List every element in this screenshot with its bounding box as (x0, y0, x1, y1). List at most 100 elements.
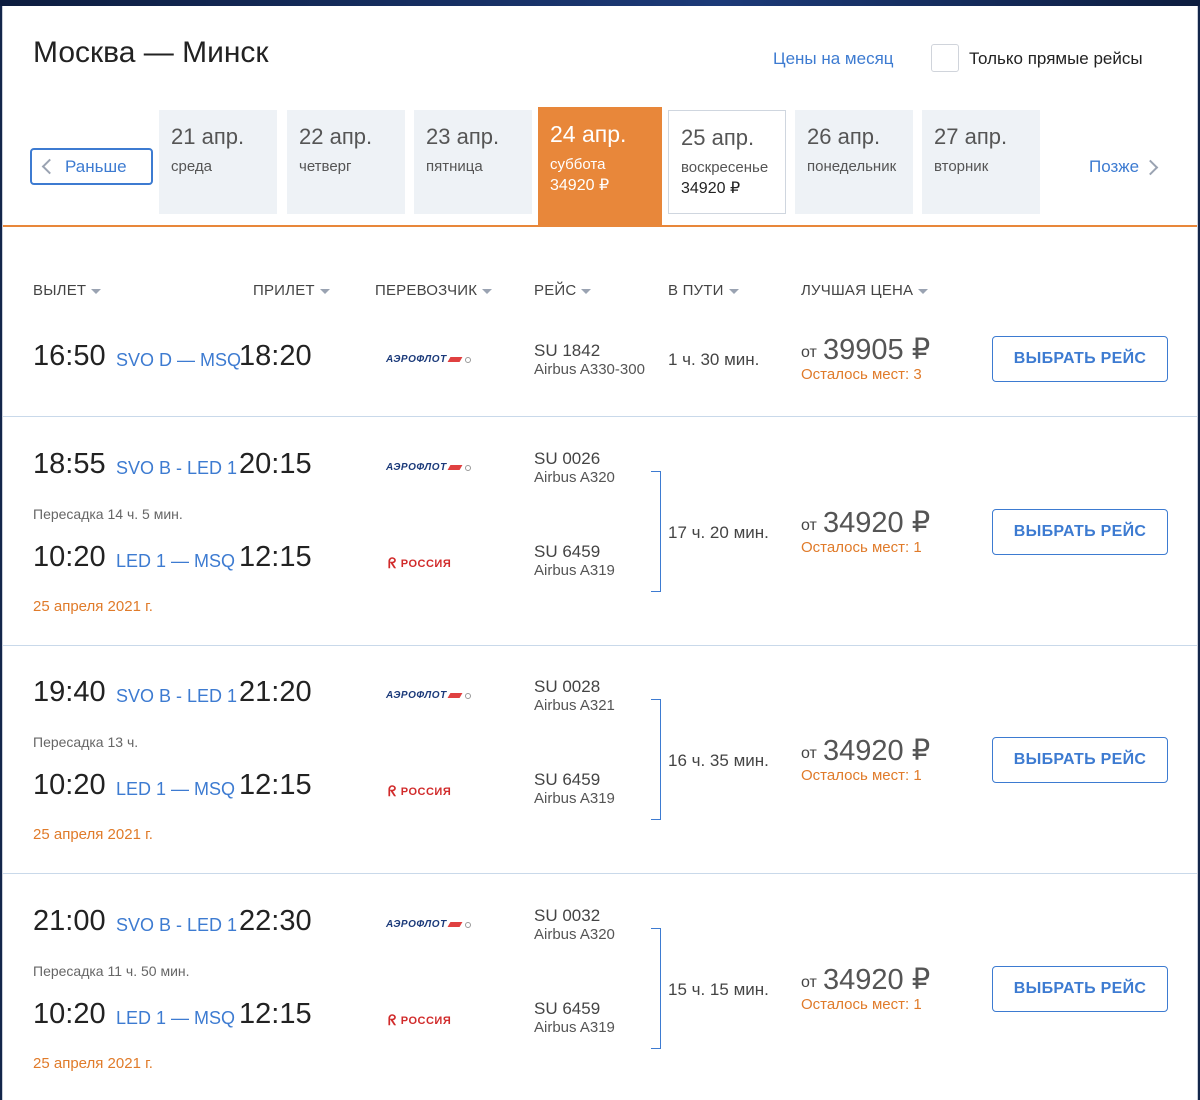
departure-time: 10:20 (33, 541, 106, 573)
select-flight-button[interactable]: ВЫБРАТЬ РЕЙС (992, 737, 1168, 783)
sort-arrow-icon (728, 288, 739, 294)
flight-number: SU 0032 (534, 906, 601, 925)
flight-search-panel: Москва — Минск Цены на месяц Только прям… (2, 6, 1198, 1100)
price-prefix: от (801, 974, 817, 991)
page-title: Москва — Минск (33, 36, 269, 69)
date-tab-date: 21 апр. (171, 124, 245, 149)
date-tab[interactable]: 22 апр. четверг (287, 110, 405, 214)
rossiya-logo: ᖇ РОССИЯ (388, 783, 452, 799)
travel-duration: 15 ч. 15 мин. (668, 980, 769, 999)
date-tab[interactable]: 23 апр. пятница (414, 110, 532, 214)
arrival-next-date: 25 апреля 2021 г. (33, 1055, 153, 1072)
flight-number: SU 1842 (534, 341, 601, 360)
date-tab[interactable]: 25 апр. воскресенье 34920 ₽ (668, 110, 786, 214)
arrival-time: 21:20 (239, 676, 312, 708)
sort-arrow-icon (482, 288, 493, 294)
sort-carrier-label: ПЕРЕВОЗЧИК (375, 282, 478, 299)
aircraft-type: Airbus A320 (534, 469, 615, 486)
seats-left: Осталось мест: 1 (801, 996, 922, 1013)
rossiya-logo: ᖇ РОССИЯ (388, 555, 452, 571)
aircraft-type: Airbus A320 (534, 926, 615, 943)
arrival-time: 20:15 (239, 448, 312, 480)
date-tab-price: 34920 ₽ (681, 180, 741, 197)
date-tab-selected[interactable]: 24 апр. суббота 34920 ₽ (538, 107, 662, 225)
sort-arrow-icon (91, 288, 102, 294)
departure-time: 19:40 (33, 676, 106, 708)
legs-bracket (651, 928, 661, 1049)
date-tab[interactable]: 21 апр. среда (159, 110, 277, 214)
date-tab[interactable]: 27 апр. вторник (922, 110, 1040, 214)
date-tab-date: 23 апр. (426, 124, 500, 149)
route-airports: SVO D — MSQ (116, 350, 242, 370)
route-airports: LED 1 — MSQ (116, 1008, 236, 1028)
route-airports: SVO B - LED 1 (116, 458, 238, 478)
transfer-info: Пересадка 13 ч. (33, 734, 139, 750)
flight-number: SU 6459 (534, 770, 601, 789)
price: 34920 ₽ (823, 507, 931, 539)
sort-departure[interactable]: ВЫЛЕТ (33, 282, 102, 299)
date-tab-weekday: вторник (934, 158, 989, 175)
date-tab-date: 26 апр. (807, 124, 881, 149)
departure-time: 10:20 (33, 998, 106, 1030)
direct-only-label[interactable]: Только прямые рейсы (969, 49, 1143, 69)
arrival-next-date: 25 апреля 2021 г. (33, 598, 153, 615)
price-prefix: от (801, 517, 817, 534)
date-tab-date: 27 апр. (934, 124, 1008, 149)
flight-number: SU 6459 (534, 999, 601, 1018)
sort-flight[interactable]: РЕЙС (534, 282, 592, 299)
sort-carrier[interactable]: ПЕРЕВОЗЧИК (375, 282, 493, 299)
route-airports: SVO B - LED 1 (116, 686, 238, 706)
travel-duration: 16 ч. 35 мин. (668, 751, 769, 770)
later-button[interactable]: Позже (1089, 154, 1159, 180)
arrival-time: 12:15 (239, 541, 312, 573)
month-prices-link[interactable]: Цены на месяц (773, 49, 894, 69)
legs-bracket (651, 471, 661, 592)
travel-duration: 17 ч. 20 мин. (668, 523, 769, 542)
flight-number: SU 0028 (534, 677, 601, 696)
aircraft-type: Airbus A319 (534, 790, 615, 807)
row-divider (3, 416, 1197, 417)
price: 34920 ₽ (823, 964, 931, 996)
aeroflot-logo: АЭРОФЛОТ (386, 690, 471, 701)
sort-best-price[interactable]: ЛУЧШАЯ ЦЕНА (801, 282, 929, 299)
departure-time: 10:20 (33, 769, 106, 801)
aircraft-type: Airbus A319 (534, 1019, 615, 1036)
sort-arrow-icon (581, 288, 592, 294)
date-tab-weekday: четверг (299, 158, 352, 175)
select-flight-button[interactable]: ВЫБРАТЬ РЕЙС (992, 509, 1168, 555)
route-airports: LED 1 — MSQ (116, 551, 236, 571)
row-divider (3, 645, 1197, 646)
sort-arrow-icon (918, 288, 929, 294)
arrival-time: 12:15 (239, 769, 312, 801)
flight-number: SU 0026 (534, 449, 601, 468)
date-tab-weekday: пятница (426, 158, 483, 175)
transfer-info: Пересадка 14 ч. 5 мин. (33, 506, 183, 522)
sort-duration-label: В ПУТИ (668, 282, 724, 299)
seats-left: Осталось мест: 3 (801, 366, 922, 383)
sort-arrival[interactable]: ПРИЛЕТ (253, 282, 330, 299)
select-flight-button[interactable]: ВЫБРАТЬ РЕЙС (992, 336, 1168, 382)
price-prefix: от (801, 745, 817, 762)
rossiya-logo: ᖇ РОССИЯ (388, 1012, 452, 1028)
departure-time: 21:00 (33, 905, 106, 937)
divider (3, 225, 1197, 227)
date-tab-date: 25 апр. (681, 125, 755, 150)
date-tab-weekday: среда (171, 158, 212, 175)
aeroflot-logo: АЭРОФЛОТ (386, 354, 471, 365)
sort-duration[interactable]: В ПУТИ (668, 282, 739, 299)
direct-only-checkbox[interactable] (931, 44, 959, 72)
sort-price-label: ЛУЧШАЯ ЦЕНА (801, 282, 914, 299)
sort-arrival-label: ПРИЛЕТ (253, 282, 315, 299)
sort-arrow-icon (319, 288, 330, 294)
date-tab-weekday: понедельник (807, 158, 897, 175)
select-flight-button[interactable]: ВЫБРАТЬ РЕЙС (992, 966, 1168, 1012)
seats-left: Осталось мест: 1 (801, 767, 922, 784)
route-airports: LED 1 — MSQ (116, 779, 236, 799)
date-tab-price: 34920 ₽ (550, 177, 610, 194)
aeroflot-logo: АЭРОФЛОТ (386, 919, 471, 930)
earlier-button[interactable]: Раньше (30, 148, 153, 185)
date-tab[interactable]: 26 апр. понедельник (795, 110, 913, 214)
arrival-time: 18:20 (239, 340, 312, 372)
seats-left: Осталось мест: 1 (801, 539, 922, 556)
price-prefix: от (801, 344, 817, 361)
